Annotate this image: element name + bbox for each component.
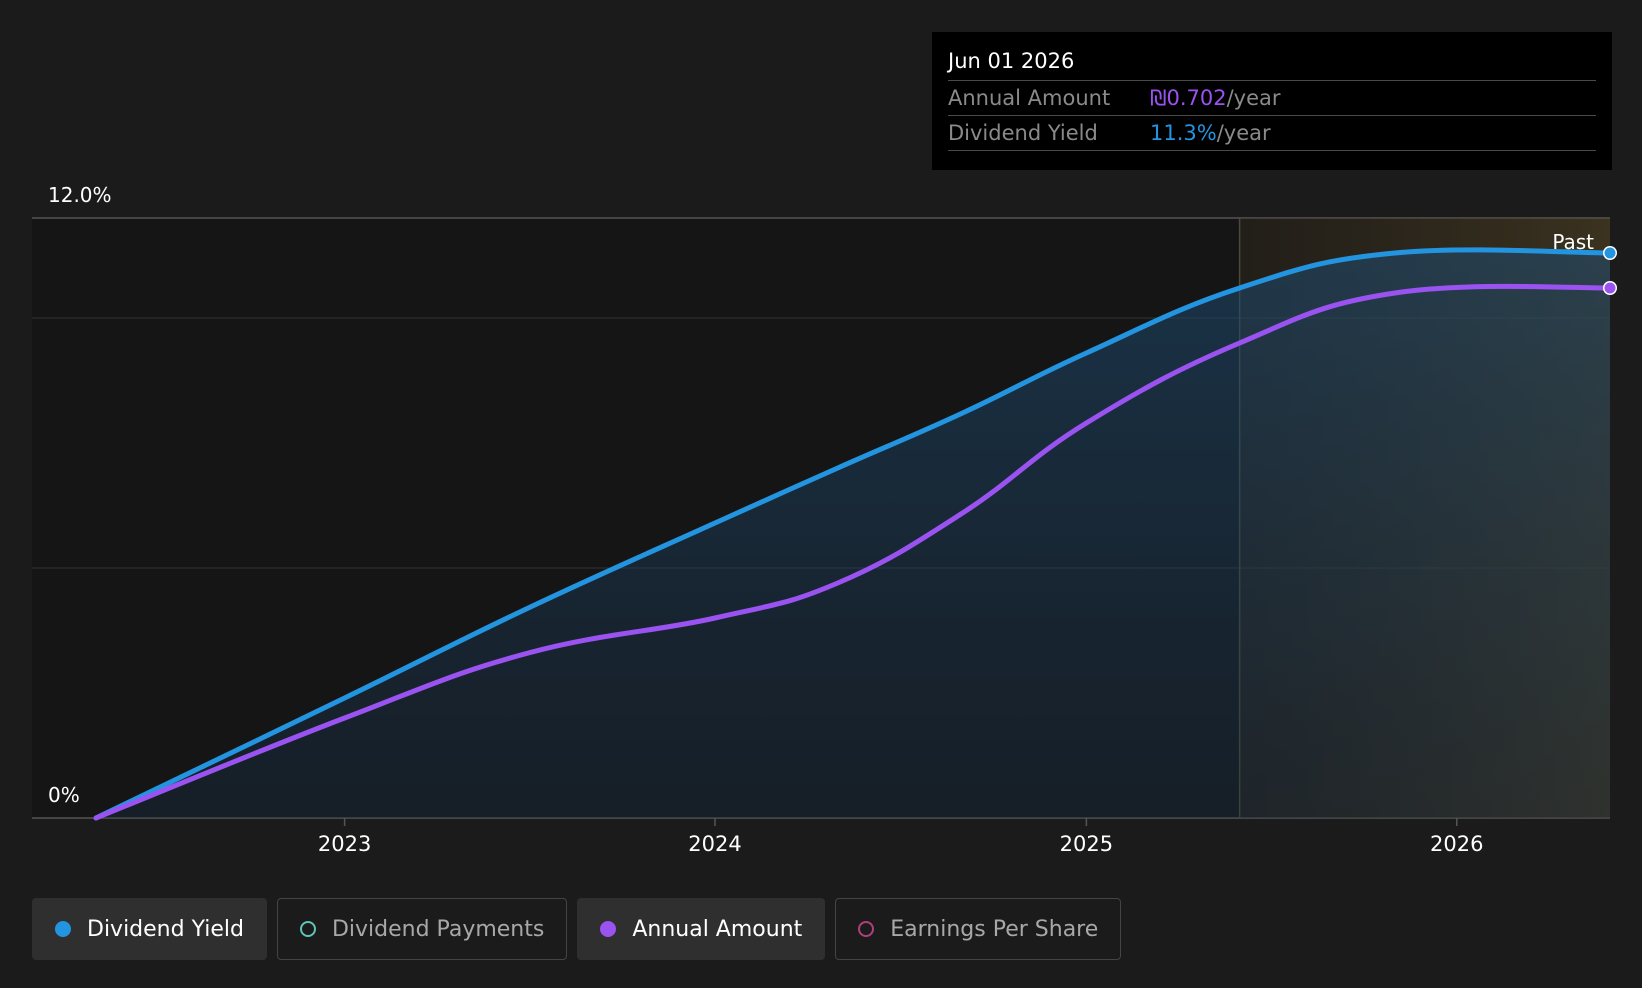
tooltip-value: 11.3% [1150,121,1217,145]
tooltip-unit: /year [1216,121,1271,145]
tooltip-value: ₪0.702 [1150,86,1227,110]
filled-dot-icon [600,921,617,937]
tooltip-date: Jun 01 2026 [948,46,1596,81]
x-tick-label: 2024 [688,832,741,856]
tooltip-label: Dividend Yield [948,121,1098,145]
x-tick-label: 2026 [1430,832,1483,856]
dividend-yield-end-marker [1604,247,1616,259]
x-tick-label: 2023 [318,832,371,856]
hollow-dot-icon [858,921,875,937]
legend-label: Annual Amount [632,916,803,942]
legend-item-dividend-payments[interactable]: Dividend Payments [276,898,568,960]
tooltip-row-annual-amount: Annual Amount ₪0.702 /year [948,81,1596,116]
y-tick-label: 0% [48,783,80,807]
annual-amount-end-marker [1604,282,1616,294]
legend-label: Dividend Payments [331,916,545,942]
past-label: Past [1552,230,1594,254]
x-tick-label: 2025 [1060,832,1113,856]
tooltip-row-dividend-yield: Dividend Yield 11.3% /year [948,116,1596,151]
y-tick-label: 12.0% [48,183,112,207]
legend-item-earnings-per-share[interactable]: Earnings Per Share [835,898,1122,960]
legend: Dividend Yield Dividend Payments Annual … [32,898,1122,960]
tooltip: Jun 01 2026 Annual Amount ₪0.702 /year D… [932,32,1612,170]
dividend-chart: 0% 12.0% 2023 2024 2025 2026 Past Jun 01 2026… [0,0,1642,988]
tooltip-label: Annual Amount [948,86,1111,110]
legend-item-dividend-yield[interactable]: Dividend Yield [32,898,267,960]
legend-item-annual-amount[interactable]: Annual Amount [577,898,826,960]
legend-label: Earnings Per Share [890,916,1099,942]
filled-dot-icon [55,921,71,937]
legend-label: Dividend Yield [87,916,244,942]
hollow-dot-icon [299,921,316,937]
tooltip-unit: /year [1226,86,1281,110]
